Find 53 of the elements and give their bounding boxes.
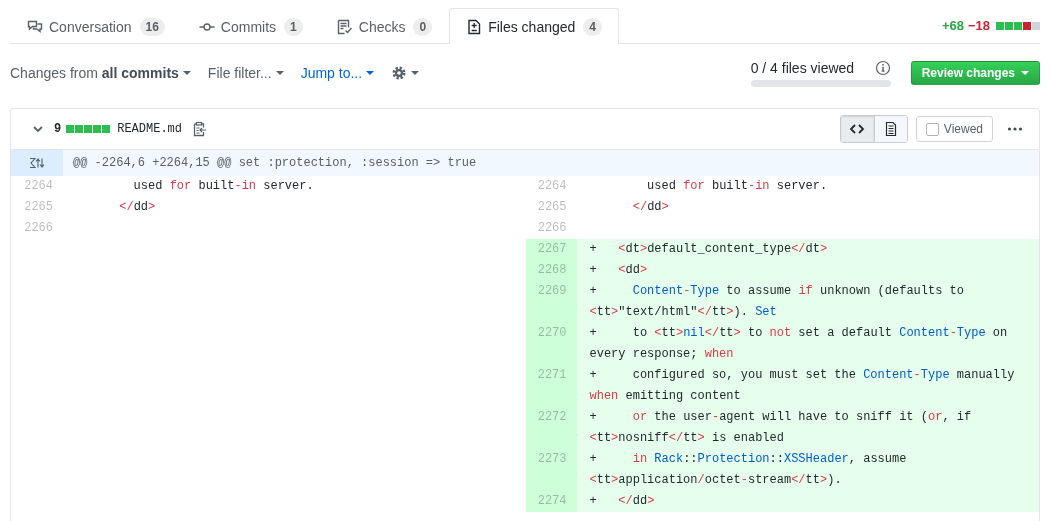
line-number: 2269 <box>525 281 577 323</box>
settings-menu[interactable] <box>391 65 420 81</box>
counter-badge: 4 <box>583 17 602 36</box>
line-number: 2267 <box>525 239 577 260</box>
viewed-toggle[interactable]: Viewed <box>915 116 993 142</box>
hunk-header: @@ -2264,6 +2264,15 @@ set :protection, :session => true <box>72 155 478 172</box>
additions-count: 9 <box>54 122 62 136</box>
counter-badge: 16 <box>139 18 165 36</box>
caret-icon <box>182 71 191 75</box>
caret-icon <box>366 71 375 75</box>
info-icon[interactable] <box>874 59 891 76</box>
line-number: 2265 <box>23 199 54 216</box>
expand-icon <box>29 157 45 169</box>
line-number: 2271 <box>525 365 577 407</box>
dropdown-menu[interactable]: Changes from all commits <box>10 65 191 81</box>
caret-icon <box>275 71 284 75</box>
code-line: </dd> <box>118 199 157 216</box>
line-number: 2273 <box>525 449 577 491</box>
checkbox[interactable] <box>925 122 939 136</box>
expand-button[interactable] <box>11 150 63 176</box>
file-name: README.md <box>117 122 182 136</box>
additions-count: +68 <box>941 18 964 33</box>
line-number: 2266 <box>23 220 54 237</box>
line-number: 2264 <box>536 178 568 195</box>
checklist-icon <box>336 19 353 35</box>
code-line: </dd> <box>631 199 670 216</box>
clipboard-icon[interactable] <box>191 121 207 137</box>
tab[interactable]: Conversation 16 <box>10 9 182 44</box>
line-number: 2265 <box>536 199 568 216</box>
counter-badge: 1 <box>284 18 303 36</box>
dropdown-menu[interactable]: Jump to... <box>300 65 375 81</box>
source-view-button[interactable] <box>840 116 874 142</box>
line-number: 2268 <box>525 260 577 281</box>
line-number: 2264 <box>23 178 54 195</box>
line-number: 2272 <box>525 407 577 449</box>
tab[interactable]: Files changed 4 <box>449 8 619 44</box>
line-number: 2270 <box>525 323 577 365</box>
tab[interactable]: Checks 0 <box>319 9 450 44</box>
code-line: used for built-in server. <box>646 178 829 195</box>
files-viewed-count: 0 / 4 files viewed <box>750 59 856 76</box>
rich-view-button[interactable] <box>873 116 907 142</box>
caret-icon <box>1021 71 1029 75</box>
gear-icon <box>391 65 408 81</box>
line-number: 2266 <box>536 220 568 237</box>
deletions-count: −18 <box>967 18 990 33</box>
caret-icon <box>411 71 420 75</box>
counter-badge: 0 <box>413 18 433 36</box>
line-number: 2274 <box>525 491 577 512</box>
code-line: used for built-in server. <box>132 178 315 195</box>
conversation-icon <box>27 19 43 35</box>
tab[interactable]: Commits 1 <box>181 9 320 44</box>
dropdown-menu[interactable]: File filter... <box>207 65 284 81</box>
file-diff-icon <box>466 18 483 35</box>
